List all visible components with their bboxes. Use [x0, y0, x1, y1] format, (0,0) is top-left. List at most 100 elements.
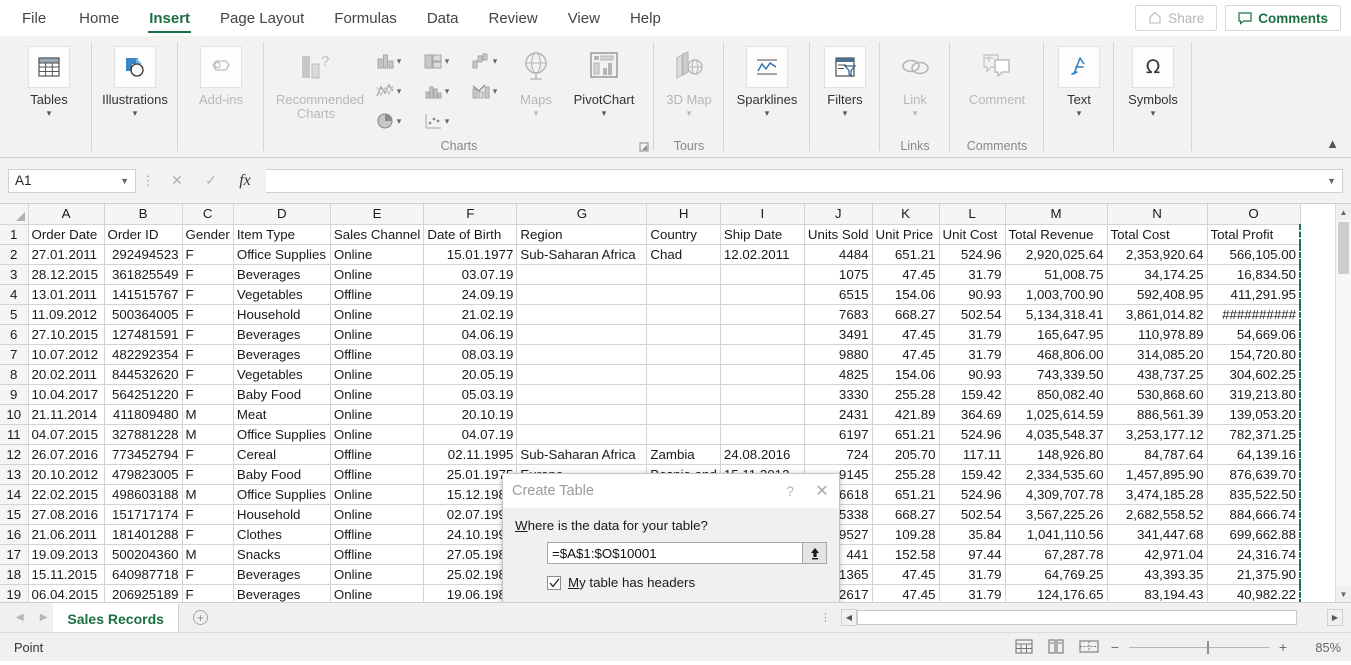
cell-L10[interactable]: 364.69	[939, 404, 1005, 424]
column-header-F[interactable]: F	[424, 204, 517, 224]
scatter-chart-button[interactable]: ▾	[412, 106, 460, 136]
cell-D4[interactable]: Vegetables	[233, 284, 330, 304]
combo-chart-chevron-down-icon[interactable]: ▾	[493, 86, 498, 97]
cell-F1[interactable]: Date of Birth	[424, 224, 517, 244]
ribbon-tab-help[interactable]: Help	[615, 0, 676, 36]
cell-N1[interactable]: Total Cost	[1107, 224, 1207, 244]
cell-F5[interactable]: 21.02.19	[424, 304, 517, 324]
cell-L17[interactable]: 97.44	[939, 544, 1005, 564]
cell-B11[interactable]: 327881228	[104, 424, 182, 444]
cell-K7[interactable]: 47.45	[872, 344, 939, 364]
row-header-6[interactable]: 6	[0, 324, 28, 344]
cell-F9[interactable]: 05.03.19	[424, 384, 517, 404]
cell-E5[interactable]: Online	[330, 304, 424, 324]
normal-view-icon[interactable]	[1015, 639, 1035, 655]
cell-F4[interactable]: 24.09.19	[424, 284, 517, 304]
column-header-A[interactable]: A	[28, 204, 104, 224]
ribbon-tab-formulas[interactable]: Formulas	[319, 0, 412, 36]
cell-E18[interactable]: Online	[330, 564, 424, 584]
confirm-entry-icon[interactable]: ✓	[194, 169, 228, 193]
cell-N8[interactable]: 438,737.25	[1107, 364, 1207, 384]
cell-A11[interactable]: 04.07.2015	[28, 424, 104, 444]
cell-I4[interactable]	[720, 284, 804, 304]
cell-I7[interactable]	[720, 344, 804, 364]
cell-J9[interactable]: 3330	[804, 384, 872, 404]
zoom-track[interactable]	[1129, 640, 1269, 654]
cell-A15[interactable]: 27.08.2016	[28, 504, 104, 524]
cell-L1[interactable]: Unit Cost	[939, 224, 1005, 244]
cell-M11[interactable]: 4,035,548.37	[1005, 424, 1107, 444]
cell-H12[interactable]: Zambia	[647, 444, 721, 464]
cell-C16[interactable]: F	[182, 524, 233, 544]
column-header-J[interactable]: J	[804, 204, 872, 224]
cell-H8[interactable]	[647, 364, 721, 384]
column-header-K[interactable]: K	[872, 204, 939, 224]
cell-C15[interactable]: F	[182, 504, 233, 524]
cell-L19[interactable]: 31.79	[939, 584, 1005, 602]
cell-N14[interactable]: 3,474,185.28	[1107, 484, 1207, 504]
cell-G4[interactable]	[517, 284, 647, 304]
cell-L12[interactable]: 117.11	[939, 444, 1005, 464]
pie-chart-chevron-down-icon[interactable]: ▾	[397, 116, 402, 127]
ribbon-tab-insert[interactable]: Insert	[134, 0, 205, 36]
cell-D18[interactable]: Beverages	[233, 564, 330, 584]
row-header-19[interactable]: 19	[0, 584, 28, 602]
cell-G10[interactable]	[517, 404, 647, 424]
cell-O16[interactable]: 699,662.88	[1207, 524, 1300, 544]
cell-C9[interactable]: F	[182, 384, 233, 404]
cell-E4[interactable]: Offline	[330, 284, 424, 304]
name-box-chevron-down-icon[interactable]: ▼	[120, 176, 129, 186]
cell-M19[interactable]: 124,176.65	[1005, 584, 1107, 602]
cell-O5[interactable]: ##########	[1207, 304, 1300, 324]
link-button[interactable]: Link ▾	[884, 42, 946, 122]
formula-input[interactable]: ▼	[266, 169, 1343, 193]
cell-B10[interactable]: 411809480	[104, 404, 182, 424]
row-header-10[interactable]: 10	[0, 404, 28, 424]
cell-I10[interactable]	[720, 404, 804, 424]
zoom-in-icon[interactable]: +	[1277, 639, 1289, 655]
ribbon-tab-review[interactable]: Review	[474, 0, 553, 36]
cell-O7[interactable]: 154,720.80	[1207, 344, 1300, 364]
cell-K3[interactable]: 47.45	[872, 264, 939, 284]
cell-L6[interactable]: 31.79	[939, 324, 1005, 344]
cell-C4[interactable]: F	[182, 284, 233, 304]
cell-K9[interactable]: 255.28	[872, 384, 939, 404]
help-icon[interactable]: ?	[775, 483, 805, 499]
cell-A9[interactable]: 10.04.2017	[28, 384, 104, 404]
cell-D15[interactable]: Household	[233, 504, 330, 524]
cell-H2[interactable]: Chad	[647, 244, 721, 264]
cell-L16[interactable]: 35.84	[939, 524, 1005, 544]
cell-O2[interactable]: 566,105.00	[1207, 244, 1300, 264]
row-header-12[interactable]: 12	[0, 444, 28, 464]
column-header-C[interactable]: C	[182, 204, 233, 224]
hierarchy-chart-chevron-down-icon[interactable]: ▾	[445, 56, 450, 67]
ribbon-tab-data[interactable]: Data	[412, 0, 474, 36]
cell-K17[interactable]: 152.58	[872, 544, 939, 564]
cell-A14[interactable]: 22.02.2015	[28, 484, 104, 504]
cell-A7[interactable]: 10.07.2012	[28, 344, 104, 364]
cell-A13[interactable]: 20.10.2012	[28, 464, 104, 484]
collapse-ribbon-button[interactable]: ▲	[1326, 136, 1339, 151]
cell-F3[interactable]: 03.07.19	[424, 264, 517, 284]
cell-B2[interactable]: 292494523	[104, 244, 182, 264]
cell-C19[interactable]: F	[182, 584, 233, 602]
cell-M18[interactable]: 64,769.25	[1005, 564, 1107, 584]
cell-A3[interactable]: 28.12.2015	[28, 264, 104, 284]
cell-N2[interactable]: 2,353,920.64	[1107, 244, 1207, 264]
cell-K11[interactable]: 651.21	[872, 424, 939, 444]
formula-bar-drag-handle[interactable]: ⋮	[136, 173, 160, 189]
cell-K18[interactable]: 47.45	[872, 564, 939, 584]
spreadsheet-grid[interactable]: A B C D E F G H I J K L M N O 1 Order Da…	[0, 204, 1351, 602]
cell-L5[interactable]: 502.54	[939, 304, 1005, 324]
column-header-N[interactable]: N	[1107, 204, 1207, 224]
cell-L15[interactable]: 502.54	[939, 504, 1005, 524]
filters-chevron-down-icon[interactable]: ▾	[843, 108, 848, 118]
cell-J7[interactable]: 9880	[804, 344, 872, 364]
table-row[interactable]: 5 11.09.2012 500364005 F Household Onlin…	[0, 304, 1300, 324]
cell-C8[interactable]: F	[182, 364, 233, 384]
vertical-scroll-thumb[interactable]	[1338, 222, 1349, 274]
cell-G11[interactable]	[517, 424, 647, 444]
cell-E13[interactable]: Offline	[330, 464, 424, 484]
cell-M16[interactable]: 1,041,110.56	[1005, 524, 1107, 544]
cell-E8[interactable]: Online	[330, 364, 424, 384]
